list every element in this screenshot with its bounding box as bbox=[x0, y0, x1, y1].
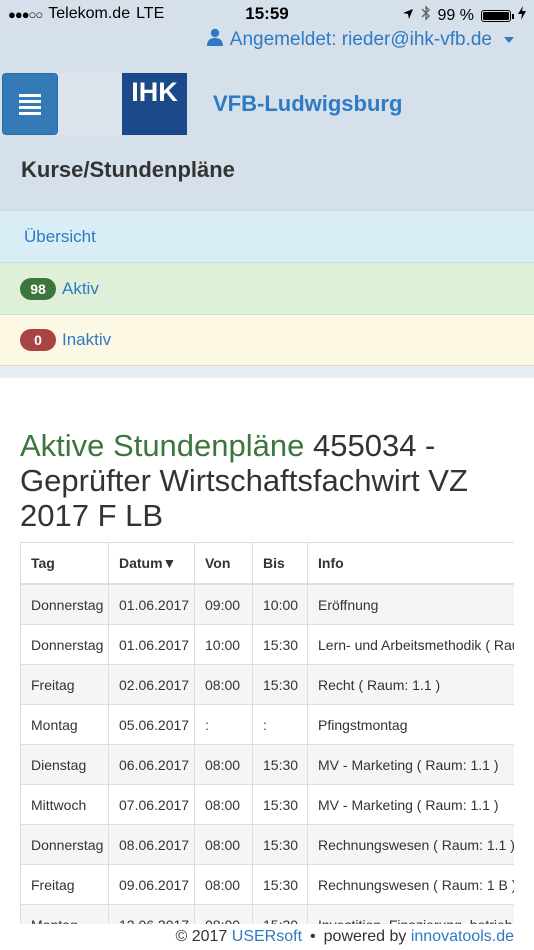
status-right: 99 % bbox=[402, 5, 526, 26]
cell-datum: 09.06.2017 bbox=[108, 864, 195, 905]
user-menu[interactable]: Angemeldet: rieder@ihk-vfb.de bbox=[206, 28, 514, 52]
cell-bis: 15:30 bbox=[252, 624, 308, 665]
cell-info: Pfingstmontag bbox=[307, 704, 514, 745]
cell-bis: 15:30 bbox=[252, 864, 308, 905]
user-icon bbox=[206, 28, 224, 52]
table-row: Dienstag 06.06.2017 08:00 15:30 MV - Mar… bbox=[20, 744, 514, 785]
footer-powered-label: powered by bbox=[323, 928, 407, 945]
table-row: Montag 05.06.2017 : : Pfingstmontag bbox=[20, 704, 514, 745]
footer-separator: • bbox=[310, 928, 316, 945]
hamburger-icon bbox=[19, 91, 41, 118]
caret-down-icon bbox=[504, 37, 514, 43]
footer-usersoft-link[interactable]: USERsoft bbox=[232, 928, 302, 946]
cell-von: 08:00 bbox=[194, 784, 253, 825]
cell-info: Lern- und Arbeitsmethodik ( Raum bbox=[307, 624, 514, 665]
header-tag[interactable]: Tag bbox=[20, 542, 109, 585]
content-title-highlight: Aktive Stundenpläne bbox=[20, 428, 305, 463]
menu-button[interactable] bbox=[2, 73, 58, 135]
status-bar: ●●●○○ Telekom.de LTE 15:59 99 % bbox=[0, 0, 534, 28]
cell-von: : bbox=[194, 704, 253, 745]
table-row: Freitag 09.06.2017 08:00 15:30 Rechnungs… bbox=[20, 864, 514, 905]
battery-percent: 99 % bbox=[437, 6, 474, 24]
cell-von: 08:00 bbox=[194, 904, 253, 924]
table-row: Donnerstag 01.06.2017 10:00 15:30 Lern- … bbox=[20, 624, 514, 665]
table-row: Freitag 02.06.2017 08:00 15:30 Recht ( R… bbox=[20, 664, 514, 705]
nav-active-label: Aktiv bbox=[62, 278, 99, 298]
cell-info: Investition, Finazierung, betrieb. R bbox=[307, 904, 514, 924]
cell-von: 08:00 bbox=[194, 664, 253, 705]
cell-tag: Freitag bbox=[20, 864, 109, 905]
cell-von: 09:00 bbox=[194, 583, 253, 625]
cell-datum: 02.06.2017 bbox=[108, 664, 195, 705]
logo-background bbox=[58, 73, 122, 135]
cell-datum: 08.06.2017 bbox=[108, 824, 195, 865]
inactive-count-badge: 0 bbox=[20, 329, 56, 351]
cell-von: 08:00 bbox=[194, 824, 253, 865]
header-von[interactable]: Von bbox=[194, 542, 253, 585]
table-row: Montag 12.06.2017 08:00 15:30 Investitio… bbox=[20, 904, 514, 924]
bluetooth-icon bbox=[421, 5, 431, 26]
cell-bis: : bbox=[252, 704, 308, 745]
cell-info: MV - Marketing ( Raum: 1.1 ) bbox=[307, 744, 514, 785]
page-header: Angemeldet: rieder@ihk-vfb.de IHK VFB-Lu… bbox=[0, 28, 534, 210]
org-name-link[interactable]: VFB-Ludwigsburg bbox=[213, 91, 402, 117]
cell-tag: Donnerstag bbox=[20, 583, 109, 625]
cell-datum: 01.06.2017 bbox=[108, 624, 195, 665]
active-count-badge: 98 bbox=[20, 277, 56, 300]
cell-tag: Montag bbox=[20, 904, 109, 924]
cell-von: 10:00 bbox=[194, 624, 253, 665]
cell-datum: 07.06.2017 bbox=[108, 784, 195, 825]
cell-von: 08:00 bbox=[194, 864, 253, 905]
cell-datum: 06.06.2017 bbox=[108, 744, 195, 785]
footer-copyright: © 2017 bbox=[175, 928, 228, 945]
cell-bis: 15:30 bbox=[252, 784, 308, 825]
cell-info: Eröffnung bbox=[307, 583, 514, 625]
header-info[interactable]: Info bbox=[307, 542, 514, 585]
page-footer: © 2017 USERsoft • powered by innovatools… bbox=[0, 924, 534, 950]
footer-innovatools-link[interactable]: innovatools.de bbox=[411, 928, 514, 946]
nav-active[interactable]: 98 Aktiv bbox=[0, 262, 534, 314]
page-title: Kurse/Stundenpläne bbox=[21, 157, 235, 182]
nav-inactive[interactable]: 0 Inaktiv bbox=[0, 314, 534, 366]
cell-datum: 12.06.2017 bbox=[108, 904, 195, 924]
table-row: Mittwoch 07.06.2017 08:00 15:30 MV - Mar… bbox=[20, 784, 514, 825]
cell-info: MV - Marketing ( Raum: 1.1 ) bbox=[307, 784, 514, 825]
nav-overview-label: Übersicht bbox=[24, 226, 96, 246]
cell-bis: 10:00 bbox=[252, 583, 308, 625]
schedule-table-container[interactable]: Tag Datum▼ Von Bis Info Donnerstag 01.06… bbox=[20, 542, 514, 924]
cell-von: 08:00 bbox=[194, 744, 253, 785]
cell-bis: 15:30 bbox=[252, 904, 308, 924]
cell-tag: Montag bbox=[20, 704, 109, 745]
cell-tag: Donnerstag bbox=[20, 824, 109, 865]
charging-icon bbox=[518, 6, 526, 25]
nav-inactive-label: Inaktiv bbox=[62, 330, 112, 349]
user-label: Angemeldet: rieder@ihk-vfb.de bbox=[229, 29, 492, 50]
content-title: Aktive Stundenpläne 455034 - Geprüfter W… bbox=[20, 428, 520, 533]
header-datum[interactable]: Datum▼ bbox=[108, 542, 195, 585]
table-row: Donnerstag 08.06.2017 08:00 15:30 Rechnu… bbox=[20, 824, 514, 865]
nav-overview[interactable]: Übersicht bbox=[0, 210, 534, 262]
section-divider bbox=[0, 366, 534, 378]
header-bis[interactable]: Bis bbox=[252, 542, 308, 585]
cell-bis: 15:30 bbox=[252, 744, 308, 785]
cell-info: Rechnungswesen ( Raum: 1.1 ) bbox=[307, 824, 514, 865]
table-header-row: Tag Datum▼ Von Bis Info bbox=[20, 542, 514, 585]
cell-bis: 15:30 bbox=[252, 664, 308, 705]
ihk-logo[interactable]: IHK bbox=[122, 73, 187, 135]
battery-icon bbox=[481, 9, 514, 22]
cell-datum: 05.06.2017 bbox=[108, 704, 195, 745]
cell-datum: 01.06.2017 bbox=[108, 583, 195, 625]
table-row: Donnerstag 01.06.2017 09:00 10:00 Eröffn… bbox=[20, 583, 514, 625]
cell-info: Recht ( Raum: 1.1 ) bbox=[307, 664, 514, 705]
cell-info: Rechnungswesen ( Raum: 1 B ) bbox=[307, 864, 514, 905]
cell-tag: Donnerstag bbox=[20, 624, 109, 665]
cell-tag: Freitag bbox=[20, 664, 109, 705]
cell-bis: 15:30 bbox=[252, 824, 308, 865]
cell-tag: Mittwoch bbox=[20, 784, 109, 825]
cell-tag: Dienstag bbox=[20, 744, 109, 785]
location-icon bbox=[402, 7, 414, 25]
schedule-table: Tag Datum▼ Von Bis Info Donnerstag 01.06… bbox=[20, 542, 514, 924]
